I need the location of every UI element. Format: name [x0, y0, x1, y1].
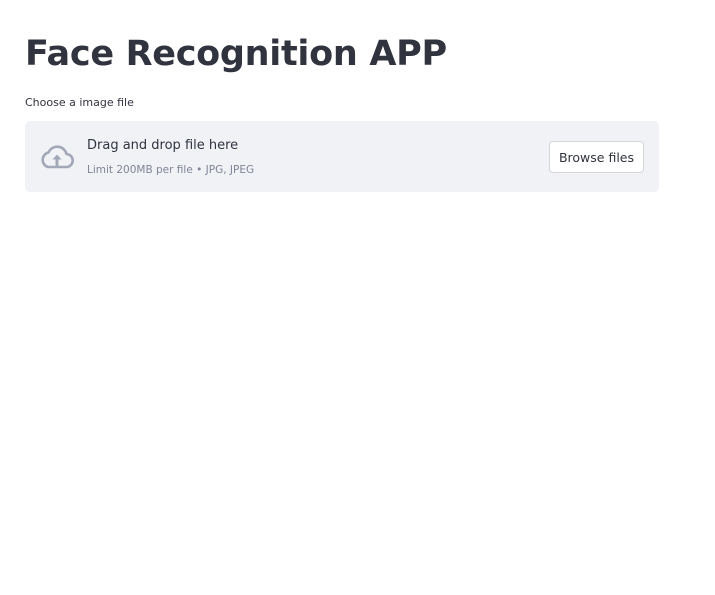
page-title: Face Recognition APP	[25, 34, 447, 74]
file-dropzone[interactable]: Drag and drop file here Limit 200MB per …	[25, 121, 659, 192]
dropzone-instructions: Drag and drop file here	[87, 138, 239, 153]
dropzone-file-limits: Limit 200MB per file • JPG, JPEG	[87, 164, 255, 176]
file-uploader-label: Choose a image file	[25, 96, 134, 109]
cloud-upload-icon	[39, 142, 75, 172]
browse-files-button[interactable]: Browse files	[549, 141, 644, 173]
